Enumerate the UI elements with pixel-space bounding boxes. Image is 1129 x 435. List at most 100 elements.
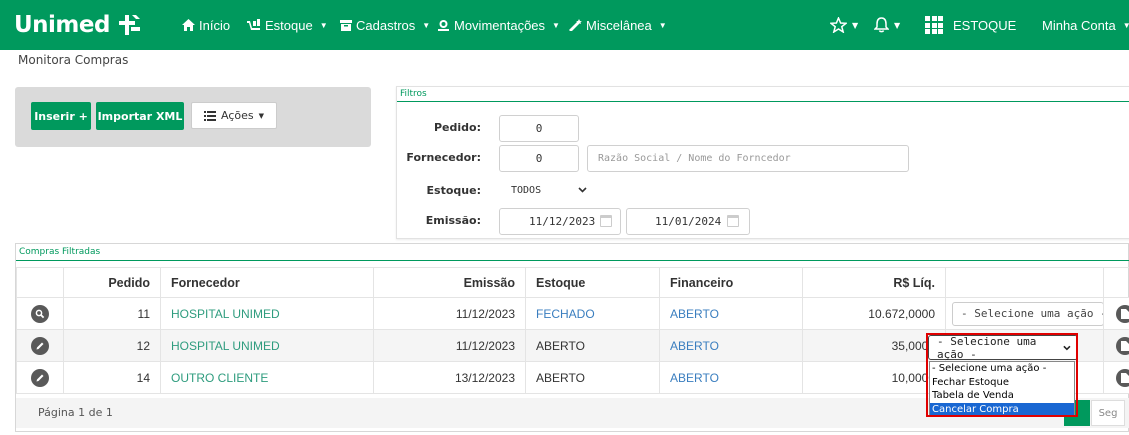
row-action-options: - Selecione uma ação - Fechar Estoque Ta… <box>929 361 1075 416</box>
nav-cadastros[interactable]: Cadastros ▼ <box>340 0 430 50</box>
chevron-down-icon <box>578 187 587 193</box>
caret-down-icon: ▼ <box>422 20 431 30</box>
option-select-action[interactable]: - Selecione uma ação - <box>930 362 1074 376</box>
nav-miscelanea[interactable]: Miscelânea ▼ <box>569 0 667 50</box>
caret-down-icon: ▼ <box>319 20 328 30</box>
estoque-label: Estoque: <box>426 184 481 197</box>
option-fechar-estoque[interactable]: Fechar Estoque <box>930 376 1074 390</box>
col-header-fornecedor[interactable]: Fornecedor <box>160 267 374 298</box>
row-action-select[interactable]: - Selecione uma ação - <box>952 301 1103 326</box>
option-cancelar-compra[interactable]: Cancelar Compra <box>930 402 1074 416</box>
cell-financeiro-link[interactable]: ABERTO <box>659 297 803 330</box>
boxes-icon <box>247 19 260 30</box>
caret-down-icon: ▼ <box>258 111 264 120</box>
top-navbar: Unimed Início Estoque ▼ Cadastros ▼ Movi… <box>0 0 1129 50</box>
caret-down-icon: ▼ <box>1122 20 1129 30</box>
cell-valor: 10.672,0000 <box>802 297 946 330</box>
caret-down-icon: ▼ <box>552 20 560 30</box>
row-action-select-value: - Selecione uma ação - <box>937 334 1037 361</box>
results-panel-title: Compras Filtradas <box>19 247 101 257</box>
fornecedor-code-input[interactable]: 0 <box>499 145 579 172</box>
nav-inicio[interactable]: Início <box>182 0 230 50</box>
caret-down-icon: ▼ <box>852 20 859 30</box>
nav-movimentacoes[interactable]: Movimentações ▼ <box>437 0 560 50</box>
account-menu[interactable]: Minha Conta ▼ <box>1042 0 1129 50</box>
brand-name: Unimed <box>14 12 110 38</box>
emissao-label: Emissão: <box>425 214 481 227</box>
nav-estoque[interactable]: Estoque ▼ <box>247 0 328 50</box>
col-header-estoque[interactable]: Estoque <box>525 267 660 298</box>
fornecedor-name-input[interactable]: Razão Social / Nome do Forncedor <box>587 145 909 172</box>
document-icon[interactable] <box>1116 336 1129 355</box>
caret-down-icon: ▼ <box>658 20 667 30</box>
apps-grid-icon <box>925 16 943 34</box>
nav-movimentacoes-label: Movimentações <box>454 17 546 33</box>
col-header-acao <box>945 267 1104 298</box>
magic-wand-icon <box>569 19 582 31</box>
cell-pedido: 14 <box>63 361 161 394</box>
cell-fornecedor[interactable]: HOSPITAL UNIMED <box>160 329 374 362</box>
pedido-label: Pedido: <box>434 121 481 134</box>
next-page-button[interactable]: Seg <box>1091 400 1125 426</box>
cell-pedido: 11 <box>63 297 161 330</box>
nav-estoque-label: Estoque <box>265 17 313 33</box>
favorites-button[interactable]: ▼ <box>830 0 858 50</box>
brand-logo[interactable]: Unimed <box>14 11 142 39</box>
notifications-button[interactable]: ▼ <box>874 0 900 50</box>
search-icon[interactable] <box>31 304 49 323</box>
page-info: Página 1 de 1 <box>38 406 113 419</box>
cell-fornecedor[interactable]: OUTRO CLIENTE <box>160 361 374 394</box>
fornecedor-label: Fornecedor: <box>406 151 481 164</box>
caret-down-icon: ▼ <box>894 20 901 30</box>
cell-estoque: ABERTO <box>525 361 660 394</box>
nav-inicio-label: Início <box>199 17 231 33</box>
brand-mark-icon <box>118 15 140 35</box>
cell-estoque: ABERTO <box>525 329 660 362</box>
col-header-financeiro[interactable]: Financeiro <box>659 267 803 298</box>
nav-miscelanea-label: Miscelânea <box>586 17 652 33</box>
cell-pedido: 12 <box>63 329 161 362</box>
estoque-select[interactable]: TODOS <box>499 178 595 202</box>
option-tabela-venda[interactable]: Tabela de Venda <box>930 389 1074 403</box>
bank-icon <box>438 20 449 31</box>
row-action-select-open[interactable]: - Selecione uma ação - <box>928 334 1078 361</box>
col-header-icon <box>16 267 64 298</box>
cell-valor: 35,0000 <box>802 329 946 362</box>
home-icon <box>182 19 195 31</box>
calendar-icon[interactable] <box>727 215 739 227</box>
pedido-input[interactable]: 0 <box>499 115 579 142</box>
import-xml-button[interactable]: Importar XML <box>96 102 184 130</box>
account-label: Minha Conta <box>1042 17 1116 33</box>
emissao-from-value: 11/12/2023 <box>529 215 596 228</box>
cell-valor: 10,0000 <box>802 361 946 394</box>
cell-estoque-link[interactable]: FECHADO <box>525 297 660 330</box>
cell-financeiro-link[interactable]: ABERTO <box>659 361 803 394</box>
actions-label: Ações <box>221 109 254 122</box>
col-header-emissao[interactable]: Emissão <box>373 267 526 298</box>
chevron-down-icon <box>1063 345 1071 350</box>
document-icon[interactable] <box>1116 304 1129 323</box>
pencil-icon[interactable] <box>31 336 49 355</box>
cell-emissao: 11/12/2023 <box>373 329 526 362</box>
cell-financeiro-link[interactable]: ABERTO <box>659 329 803 362</box>
nav-cadastros-label: Cadastros <box>356 17 416 33</box>
results-divider <box>16 260 1129 261</box>
calendar-icon[interactable] <box>600 215 612 227</box>
emissao-to-value: 11/01/2024 <box>655 215 722 228</box>
document-icon[interactable] <box>1116 368 1129 387</box>
cell-emissao: 11/12/2023 <box>373 297 526 330</box>
archive-icon <box>340 19 352 31</box>
col-header-doc <box>1103 267 1129 298</box>
pencil-icon[interactable] <box>31 368 49 387</box>
page-title: Monitora Compras <box>18 53 129 67</box>
actions-dropdown-button[interactable]: Ações ▼ <box>191 102 277 129</box>
cell-fornecedor[interactable]: HOSPITAL UNIMED <box>160 297 374 330</box>
col-header-valor[interactable]: R$ Líq. <box>802 267 946 298</box>
table-row: 11 HOSPITAL UNIMED 11/12/2023 FECHADO AB… <box>16 297 1129 330</box>
module-switcher[interactable]: ESTOQUE <box>925 0 1016 50</box>
insert-button[interactable]: Inserir + <box>31 102 91 130</box>
estoque-select-value: TODOS <box>511 184 542 196</box>
filter-divider <box>397 101 1129 102</box>
col-header-pedido[interactable]: Pedido <box>63 267 161 298</box>
bell-icon <box>874 17 889 33</box>
